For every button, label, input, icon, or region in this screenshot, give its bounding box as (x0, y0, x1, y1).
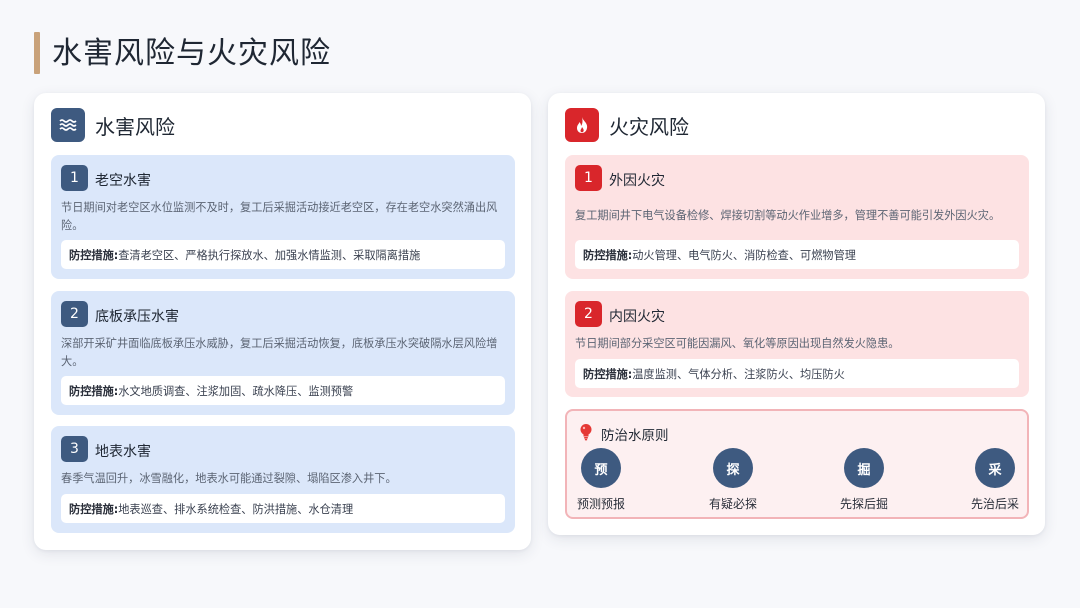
step-label: 预测预报 (576, 497, 625, 511)
water-card-old-goaf: 1 老空水害 节日期间对老空区水位监测不及时，复工后采掘活动接近老空区，存在老空… (51, 155, 515, 279)
measure-text: 动火管理、电气防火、消防检查、可燃物管理 (632, 248, 856, 262)
principle-step: 采 先治后采 (955, 448, 1035, 512)
measure-label: 防控措施: (69, 384, 119, 398)
card-title: 底板承压水害 (95, 309, 179, 325)
card-description: 春季气温回升，冰雪融化，地表水可能通过裂隙、塌陷区渗入井下。 (61, 472, 397, 485)
fire-card-external: 1 外因火灾 复工期间井下电气设备检修、焊接切割等动火作业增多，管理不善可能引发… (565, 155, 1029, 279)
fire-panel-header: 火灾风险 (565, 108, 689, 142)
card-description: 节日期间对老空区水位监测不及时，复工后采掘活动接近老空区，存在老空水突然涌出风险… (61, 201, 498, 232)
fire-panel-title: 火灾风险 (609, 114, 689, 139)
page-title: 水害风险与火灾风险 (52, 36, 331, 71)
card-number: 1 (61, 165, 88, 191)
measure-text: 温度监测、气体分析、注浆防火、均压防火 (632, 367, 845, 381)
step-circle: 探 (713, 448, 753, 488)
step-label: 先探后掘 (839, 497, 888, 511)
water-card-floor-pressure: 2 底板承压水害 深部开采矿井面临底板承压水威胁，复工后采掘活动恢复，底板承压水… (51, 291, 515, 415)
water-risk-panel: 水害风险 1 老空水害 节日期间对老空区水位监测不及时，复工后采掘活动接近老空区… (34, 93, 531, 550)
card-title: 地表水害 (95, 444, 151, 460)
card-number: 3 (61, 436, 88, 462)
measure-label: 防控措施: (69, 248, 119, 262)
card-description: 深部开采矿井面临底板承压水威胁，复工后采掘活动恢复，底板承压水突破隔水层风险增大… (61, 337, 498, 368)
principle-title: 防治水原则 (601, 428, 669, 444)
control-measures: 防控措施: 动火管理、电气防火、消防检查、可燃物管理 (575, 240, 1019, 269)
card-title: 内因火灾 (609, 309, 665, 325)
card-number: 1 (575, 165, 602, 191)
card-description: 复工期间井下电气设备检修、焊接切割等动火作业增多，管理不善可能引发外因火灾。 (575, 209, 1001, 222)
control-measures: 防控措施: 地表巡查、排水系统检查、防洪措施、水仓清理 (61, 494, 505, 523)
measure-label: 防控措施: (69, 502, 119, 516)
flame-icon (565, 108, 599, 142)
step-label: 有疑必探 (708, 497, 757, 511)
step-circle: 预 (581, 448, 621, 488)
card-number: 2 (61, 301, 88, 327)
card-number: 2 (575, 301, 602, 327)
principle-step: 探 有疑必探 (693, 448, 773, 512)
card-title: 老空水害 (95, 173, 151, 189)
card-title: 外因火灾 (609, 173, 665, 189)
water-control-principle-box: 防治水原则 预 预测预报 探 有疑必探 掘 先探后掘 采 先治后采 (565, 409, 1029, 519)
water-panel-header: 水害风险 (51, 108, 175, 142)
card-description: 节日期间部分采空区可能因漏风、氧化等原因出现自然发火隐患。 (575, 337, 900, 350)
water-card-surface: 3 地表水害 春季气温回升，冰雪融化，地表水可能通过裂隙、塌陷区渗入井下。 防控… (51, 426, 515, 533)
control-measures: 防控措施: 水文地质调查、注浆加固、疏水降压、监测预警 (61, 376, 505, 405)
step-circle: 采 (975, 448, 1015, 488)
fire-risk-panel: 火灾风险 1 外因火灾 复工期间井下电气设备检修、焊接切割等动火作业增多，管理不… (548, 93, 1045, 535)
control-measures: 防控措施: 查清老空区、严格执行探放水、加强水情监测、采取隔离措施 (61, 240, 505, 269)
fire-card-internal: 2 内因火灾 节日期间部分采空区可能因漏风、氧化等原因出现自然发火隐患。 防控措… (565, 291, 1029, 397)
measure-label: 防控措施: (583, 248, 633, 262)
principle-step: 预 预测预报 (561, 448, 641, 512)
step-circle: 掘 (844, 448, 884, 488)
principle-step: 掘 先探后掘 (824, 448, 904, 512)
control-measures: 防控措施: 温度监测、气体分析、注浆防火、均压防火 (575, 359, 1019, 388)
water-panel-title: 水害风险 (95, 114, 175, 139)
measure-label: 防控措施: (583, 367, 633, 381)
measure-text: 地表巡查、排水系统检查、防洪措施、水仓清理 (118, 502, 354, 516)
measure-text: 查清老空区、严格执行探放水、加强水情监测、采取隔离措施 (118, 248, 421, 262)
measure-text: 水文地质调查、注浆加固、疏水降压、监测预警 (118, 384, 354, 398)
water-waves-icon (51, 108, 85, 142)
principle-header: 防治水原则 (579, 423, 669, 445)
step-label: 先治后采 (970, 497, 1019, 511)
lightbulb-icon (579, 423, 593, 445)
title-accent-bar (34, 32, 40, 74)
